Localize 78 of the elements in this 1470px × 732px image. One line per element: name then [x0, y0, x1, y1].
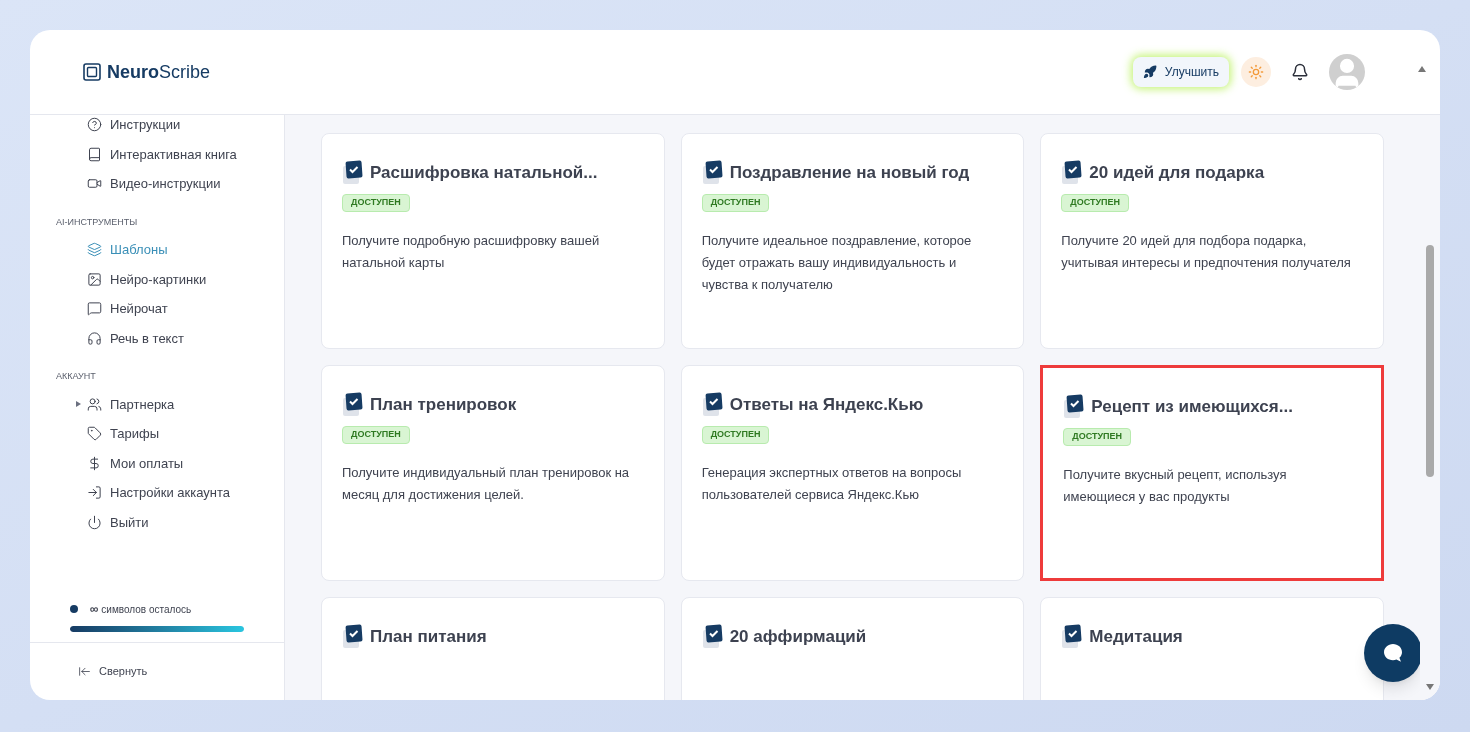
checkbox-icon — [342, 624, 364, 650]
sidebar-item[interactable]: Речь в текст — [87, 328, 184, 348]
checkbox-icon — [342, 160, 364, 186]
chat-bubble-icon — [87, 301, 102, 317]
checkbox-icon — [1063, 394, 1086, 420]
sidebar-item[interactable]: Настройки аккаунта — [87, 483, 231, 503]
users-icon — [87, 396, 102, 412]
power-icon — [87, 514, 102, 530]
logo-icon — [83, 63, 101, 81]
scroll-down-arrow-icon[interactable] — [1426, 684, 1434, 690]
template-card[interactable]: Рецепт из имеющихся... ДОСТУПЕН Получите вкусный рецепт, используя имеющиеся у вас продукты — [1040, 365, 1384, 581]
sidebar-item[interactable]: Мои оплаты — [87, 453, 184, 473]
card-title: План тренировок — [370, 394, 517, 417]
template-card[interactable]: 20 идей для подарка ДОСТУПЕН Получите 20 идей для подбора подарка, учитывая интересы и предпочтения получателя — [1040, 133, 1384, 349]
chat-bubble-icon — [1381, 641, 1405, 665]
template-card[interactable]: 20 аффирмаций — [680, 597, 1025, 700]
status-badge: ДОСТУПЕН — [701, 426, 770, 444]
card-title: План питания — [370, 626, 487, 649]
rocket-icon — [1142, 65, 1157, 79]
status-badge: ДОСТУПЕН — [1063, 428, 1132, 446]
status-badge: ДОСТУПЕН — [342, 194, 410, 212]
card-title: 20 аффирмаций — [729, 626, 867, 649]
sidebar-item[interactable]: Выйти — [87, 512, 149, 532]
card-description: Получите 20 идей для подбора подарка, учитывая интересы и предпочтения получателя — [1061, 232, 1352, 272]
sidebar-item[interactable]: Видео-инструкции — [87, 174, 221, 194]
card-title: Ответы на Яндекс.Кью — [729, 394, 924, 417]
headphones-icon — [87, 330, 102, 346]
template-card[interactable]: План тренировок ДОСТУПЕН Получите индивидуальный план тренировок на месяц для достижения целей. — [321, 365, 665, 581]
card-description: Получите индивидуальный план тренировок на месяц для достижения целей. — [342, 464, 631, 504]
card-description: Получите подробную расшифровку вашей натальной карты — [342, 232, 601, 272]
sidebar-item[interactable]: Инструкции — [87, 115, 181, 135]
layers-icon — [87, 242, 102, 258]
scrollbar-thumb[interactable] — [1426, 245, 1434, 477]
status-badge: ДОСТУПЕН — [1061, 194, 1130, 212]
help-icon — [87, 117, 102, 133]
checkbox-icon — [701, 392, 724, 418]
sidebar-item[interactable]: Тарифы — [87, 424, 160, 444]
template-card[interactable]: Медитация — [1040, 597, 1384, 700]
status-badge: ДОСТУПЕН — [701, 194, 770, 212]
theme-toggle-button[interactable] — [1241, 57, 1271, 87]
upgrade-button[interactable]: Улучшить — [1132, 57, 1229, 87]
card-description: Получите идеальное поздравление, которое будет отражать вашу индивидуальность и чувства к получателю — [701, 232, 973, 294]
card-description: Генерация экспертных ответов на вопросы пользователей сервиса Яндекс.Кью — [701, 464, 963, 504]
checkbox-icon — [1061, 160, 1084, 186]
notification-bell-icon[interactable] — [1291, 63, 1309, 81]
dollar-icon — [87, 455, 102, 471]
template-card[interactable]: Поздравление на новый год ДОСТУПЕН Получите идеальное поздравление, которое будет отражать вашу индивидуальность и чувства к получателю — [680, 133, 1025, 349]
template-card[interactable]: План питания — [321, 597, 665, 700]
book-icon — [87, 146, 102, 162]
checkbox-icon — [701, 624, 724, 650]
template-card[interactable]: Ответы на Яндекс.Кью ДОСТУПЕН Генерация экспертных ответов на вопросы пользователей сервиса Яндекс.Кью — [680, 365, 1025, 581]
arrow-into-bracket-icon — [87, 485, 102, 501]
card-title: 20 идей для подарка — [1089, 162, 1265, 185]
image-icon — [87, 271, 102, 287]
sidebar-item[interactable]: Интерактивная книга — [87, 144, 237, 164]
template-card[interactable]: Расшифровка натальной... ДОСТУПЕН Получите подробную расшифровку вашей натальной карты — [321, 133, 665, 349]
sidebar-item[interactable]: Нейро-картинки — [87, 269, 207, 289]
card-title: Расшифровка натальной... — [370, 162, 598, 185]
tag-icon — [87, 426, 102, 442]
card-description: Получите вкусный рецепт, используя имеющиеся у вас продукты — [1063, 466, 1288, 506]
card-title: Медитация — [1089, 626, 1183, 649]
sidebar-item[interactable]: Партнерка — [87, 394, 175, 414]
card-title: Рецепт из имеющихся... — [1091, 396, 1293, 419]
card-title: Поздравление на новый год — [729, 162, 970, 185]
collapse-arrow-icon — [78, 665, 91, 678]
checkbox-icon — [701, 160, 724, 186]
logo-text: NeuroScribe — [107, 60, 211, 84]
sun-icon — [1248, 64, 1264, 80]
symbols-remaining-label: ∞ символов осталось — [90, 601, 192, 618]
status-badge: ДОСТУПЕН — [342, 426, 410, 444]
collapse-button[interactable]: Свернуть — [78, 663, 148, 680]
section-heading: AI-ИНСТРУМЕНТЫ — [56, 215, 139, 229]
checkbox-icon — [342, 392, 364, 418]
checkbox-icon — [1061, 624, 1084, 650]
sidebar-item[interactable]: Нейрочат — [87, 299, 168, 319]
section-heading: АККАУНТ — [56, 370, 97, 383]
sidebar-item[interactable]: Шаблоны — [87, 240, 168, 260]
scroll-up-arrow-icon[interactable] — [1418, 66, 1426, 72]
